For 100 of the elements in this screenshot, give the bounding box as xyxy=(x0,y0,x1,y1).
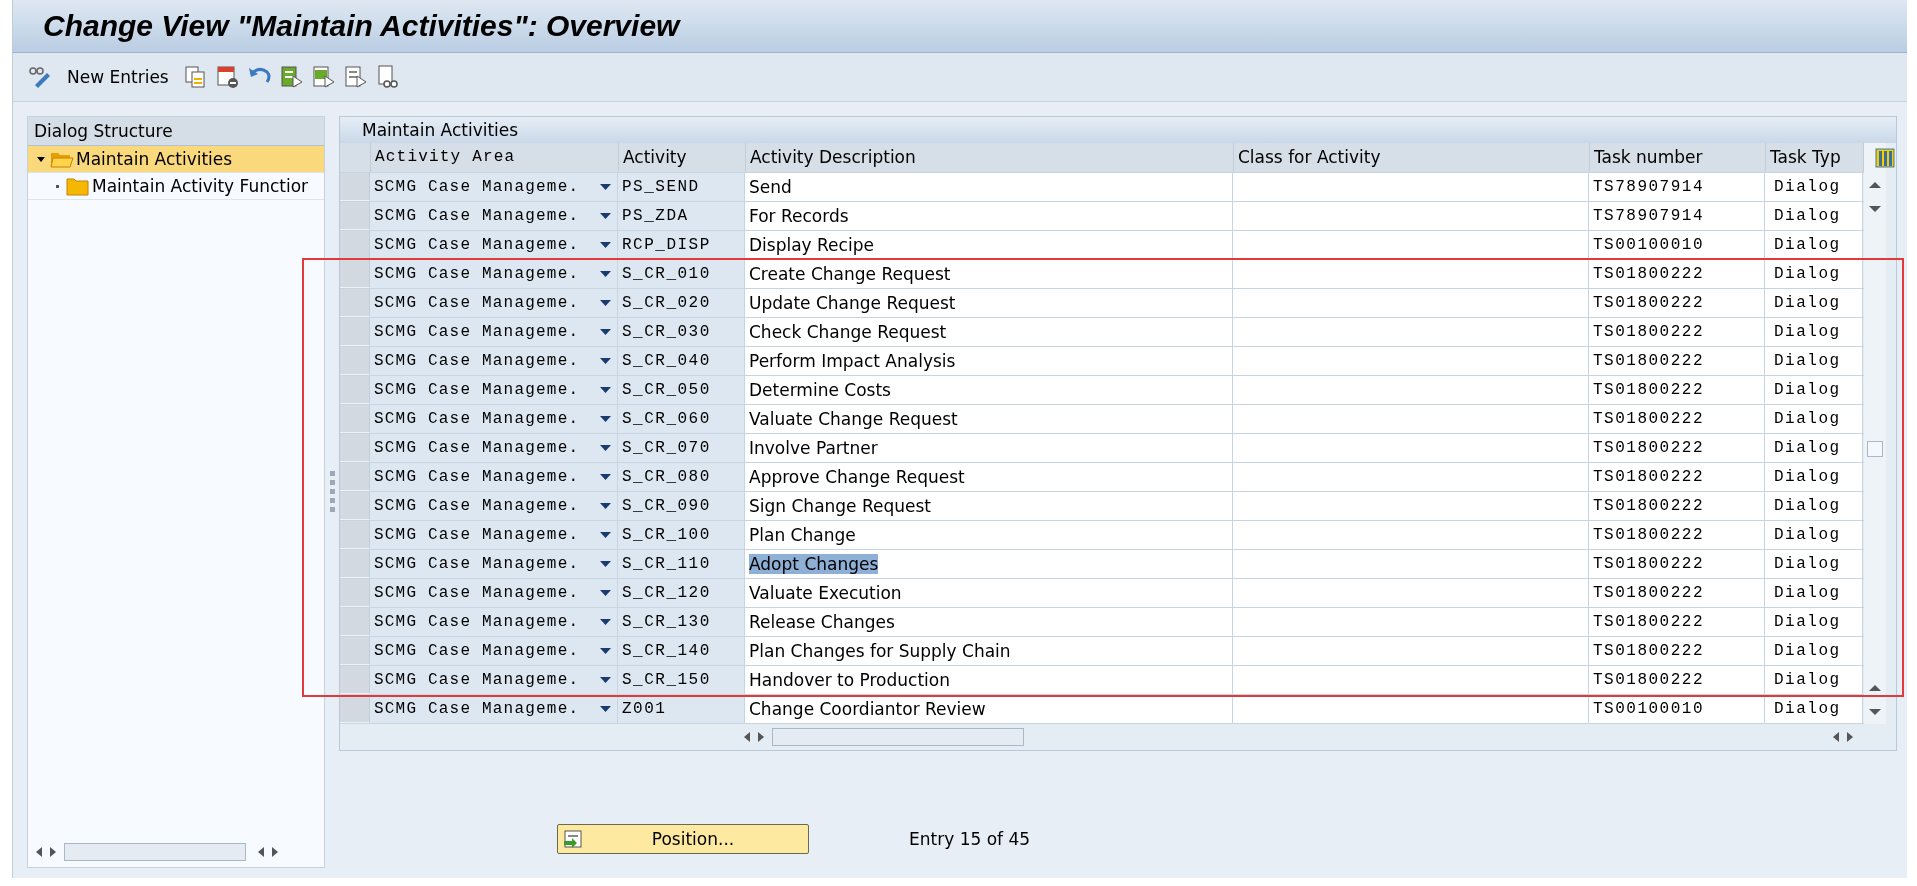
input-field[interactable] xyxy=(1233,666,1589,694)
input-field[interactable] xyxy=(1233,260,1589,288)
dropdown-caret-icon[interactable] xyxy=(600,532,611,538)
table-cell: Dialog xyxy=(1765,173,1863,201)
table-cell[interactable]: Involve Partner xyxy=(749,438,878,458)
column-header[interactable]: Task Typ xyxy=(1766,143,1864,172)
row-selector[interactable] xyxy=(340,695,370,723)
tree-item[interactable]: Maintain Activity Functior xyxy=(28,173,324,200)
select-all-icon[interactable] xyxy=(278,64,305,90)
input-field[interactable] xyxy=(1233,347,1589,375)
dropdown-caret-icon[interactable] xyxy=(600,242,611,248)
input-field[interactable] xyxy=(1233,521,1589,549)
dropdown-caret-icon[interactable] xyxy=(600,706,611,712)
dropdown-field[interactable]: SCMG Case Manageme. xyxy=(370,376,618,404)
glasses-pencil-icon[interactable] xyxy=(27,64,53,90)
delete-rows-icon[interactable] xyxy=(214,64,241,90)
input-field[interactable] xyxy=(1233,231,1589,259)
dropdown-field[interactable]: SCMG Case Manageme. xyxy=(370,608,618,636)
dropdown-caret-icon[interactable] xyxy=(600,445,611,451)
dropdown-caret-icon[interactable] xyxy=(600,213,611,219)
table-cell: Dialog xyxy=(1765,666,1863,694)
deselect-all-icon[interactable] xyxy=(342,64,369,90)
table-cell: TS01800222 xyxy=(1589,492,1765,520)
input-field[interactable] xyxy=(1233,289,1589,317)
dropdown-caret-icon[interactable] xyxy=(600,300,611,306)
dropdown-field[interactable]: SCMG Case Manageme. xyxy=(370,318,618,346)
splitter-grip-icon[interactable] xyxy=(329,471,335,513)
entry-count: Entry 15 of 45 xyxy=(909,829,1031,849)
input-field[interactable] xyxy=(1233,434,1589,462)
dropdown-field[interactable]: SCMG Case Manageme. xyxy=(370,405,618,433)
table-cell: S_CR_090 xyxy=(618,492,745,520)
dropdown-caret-icon[interactable] xyxy=(600,561,611,567)
table-cell: S_CR_030 xyxy=(618,318,745,346)
input-field[interactable] xyxy=(1233,637,1589,665)
input-field[interactable] xyxy=(1233,695,1589,723)
dropdown-caret-icon[interactable] xyxy=(600,387,611,393)
dropdown-caret-icon[interactable] xyxy=(600,329,611,335)
position-button[interactable]: Position... xyxy=(557,824,809,854)
dropdown-field[interactable]: SCMG Case Manageme. xyxy=(370,637,618,665)
input-field[interactable] xyxy=(1233,202,1589,230)
dropdown-field[interactable]: SCMG Case Manageme. xyxy=(370,434,618,462)
dropdown-field[interactable]: SCMG Case Manageme. xyxy=(370,463,618,491)
table-cell[interactable]: Send xyxy=(749,177,792,197)
input-field[interactable] xyxy=(1233,405,1589,433)
input-field[interactable] xyxy=(1233,550,1589,578)
dropdown-field[interactable]: SCMG Case Manageme. xyxy=(370,666,618,694)
table-cell: PS_ZDA xyxy=(618,202,745,230)
input-field[interactable] xyxy=(1233,608,1589,636)
window-title: Change View "Maintain Activities": Overview xyxy=(43,9,680,43)
input-field[interactable] xyxy=(1233,318,1589,346)
dropdown-caret-icon[interactable] xyxy=(600,358,611,364)
tree-item-label: Maintain Activity Functior xyxy=(92,176,309,196)
dropdown-field[interactable]: SCMG Case Manageme. xyxy=(370,695,618,723)
dropdown-caret-icon[interactable] xyxy=(600,590,611,596)
table-cell: TS01800222 xyxy=(1589,579,1765,607)
dropdown-caret-icon[interactable] xyxy=(600,677,611,683)
dropdown-caret-icon[interactable] xyxy=(600,619,611,625)
table-cell: Dialog xyxy=(1765,463,1863,491)
dropdown-caret-icon[interactable] xyxy=(600,416,611,422)
new-entries-button[interactable]: New Entries xyxy=(59,65,177,89)
row-selector[interactable] xyxy=(340,231,370,259)
table-cell: TS00100010 xyxy=(1589,695,1765,723)
table-cell: S_CR_150 xyxy=(618,666,745,694)
table-cell[interactable]: Adopt Changes xyxy=(749,554,879,574)
table-cell: Dialog xyxy=(1765,347,1863,375)
dropdown-field[interactable]: SCMG Case Manageme. xyxy=(370,492,618,520)
input-field[interactable] xyxy=(1233,463,1589,491)
dropdown-field[interactable]: SCMG Case Manageme. xyxy=(370,289,618,317)
dropdown-caret-icon[interactable] xyxy=(600,648,611,654)
table-cell: S_CR_050 xyxy=(618,376,745,404)
table-cell[interactable]: Plan Change xyxy=(749,525,856,545)
table-cell: Dialog xyxy=(1765,579,1863,607)
tree-item[interactable]: Maintain Activities xyxy=(28,146,324,173)
input-field[interactable] xyxy=(1233,492,1589,520)
table-cell: Dialog xyxy=(1765,434,1863,462)
dropdown-field[interactable]: SCMG Case Manageme. xyxy=(370,550,618,578)
vertical-scrollbar[interactable] xyxy=(1864,143,1886,724)
dropdown-field[interactable]: SCMG Case Manageme. xyxy=(370,231,618,259)
select-block-icon[interactable] xyxy=(310,64,337,90)
expanded-arrow-icon[interactable] xyxy=(36,154,46,164)
table-cell: Dialog xyxy=(1765,376,1863,404)
dropdown-field[interactable]: SCMG Case Manageme. xyxy=(370,173,618,201)
dropdown-field[interactable]: SCMG Case Manageme. xyxy=(370,579,618,607)
column-settings-icon[interactable] xyxy=(1875,148,1895,168)
dropdown-caret-icon[interactable] xyxy=(600,271,611,277)
column-header[interactable]: Task number xyxy=(1590,143,1766,172)
input-field[interactable] xyxy=(1233,173,1589,201)
dropdown-caret-icon[interactable] xyxy=(600,503,611,509)
table-cell[interactable]: For Records xyxy=(749,206,849,226)
dropdown-field[interactable]: SCMG Case Manageme. xyxy=(370,202,618,230)
table-cell: S_CR_100 xyxy=(618,521,745,549)
dropdown-field[interactable]: SCMG Case Manageme. xyxy=(370,347,618,375)
dropdown-field[interactable]: SCMG Case Manageme. xyxy=(370,260,618,288)
dropdown-field[interactable]: SCMG Case Manageme. xyxy=(370,521,618,549)
input-field[interactable] xyxy=(1233,376,1589,404)
dropdown-caret-icon[interactable] xyxy=(600,184,611,190)
input-field[interactable] xyxy=(1233,579,1589,607)
table-cell[interactable]: Display Recipe xyxy=(749,235,874,255)
dropdown-caret-icon[interactable] xyxy=(600,474,611,480)
position-icon[interactable] xyxy=(562,829,582,849)
